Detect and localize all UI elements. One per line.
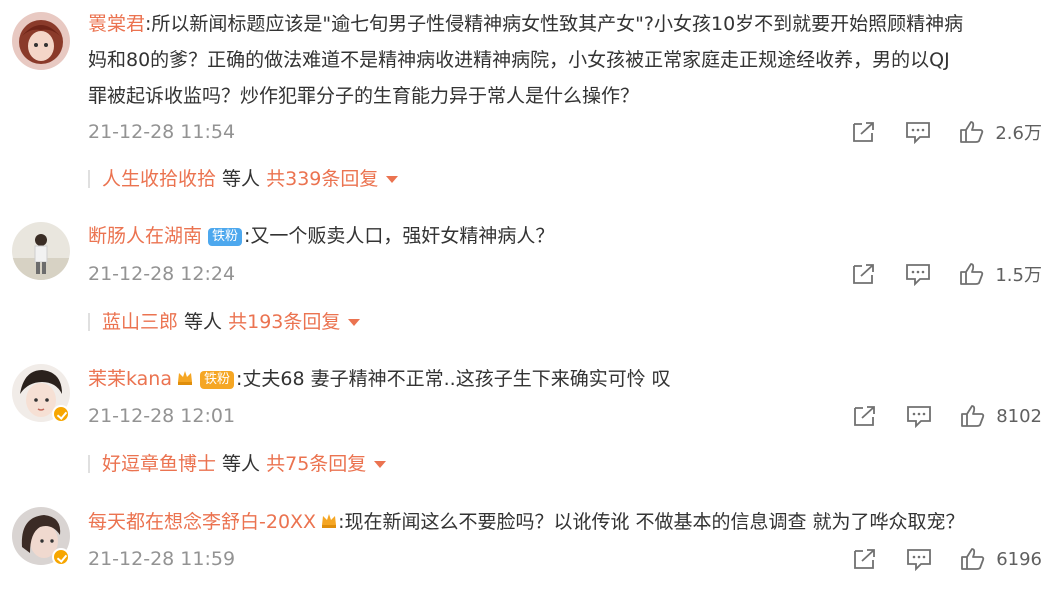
share-icon: [854, 549, 876, 569]
share-button[interactable]: [852, 404, 878, 428]
comment-body: :所以新闻标题应该是"逾七旬男子性侵精神病女性致其产女"?小女孩10岁不到就要开…: [145, 13, 964, 35]
comment-timestamp: 21-12-28 11:59: [88, 548, 236, 570]
like-button[interactable]: 8102: [960, 404, 1042, 428]
comment-actions: 6196: [824, 545, 1042, 573]
comment-text-line: 妈和80的爹？正确的做法难道不是精神病收进精神病院，小女孩被正常家庭走正规途经收…: [88, 49, 950, 71]
comment-button[interactable]: [906, 404, 932, 428]
comment-icon: [906, 264, 931, 286]
comment-text-line: 每天都在想念李舒白-20XX :现在新闻这么不要脸吗？以讹传讹 不做基本的信息调查…: [88, 506, 1038, 538]
avatar[interactable]: [12, 12, 70, 70]
comment-icon: [906, 122, 931, 144]
comment-timestamp: 21-12-28 12:24: [88, 263, 236, 285]
share-icon: [853, 264, 875, 284]
reply-count-link[interactable]: 共75条回复: [266, 453, 366, 475]
comment-body: :丈夫68 妻子精神不正常..这孩子生下来确实可怜 叹: [236, 368, 671, 390]
comment-username[interactable]: 断肠人在湖南: [88, 225, 202, 247]
like-icon: [961, 405, 985, 427]
fan-badge: 铁粉: [208, 228, 243, 246]
reply-mid-text: 等人: [216, 453, 267, 475]
reply-summary[interactable]: 蓝山三郎 等人 共193条回复: [88, 310, 361, 334]
comment-body: :又一个贩卖人口，强奸女精神病人？: [244, 225, 555, 247]
comment-actions: 2.6万: [823, 118, 1042, 146]
like-button[interactable]: 1.5万: [959, 261, 1042, 287]
like-icon: [960, 263, 984, 285]
comment-text-line: 罪被起诉收监吗？炒作犯罪分子的生育能力异于常人是什么操作？: [88, 85, 640, 107]
verified-icon: [52, 405, 70, 423]
comment-actions: 1.5万: [823, 260, 1042, 288]
reply-mid-text: 等人: [216, 168, 267, 190]
like-button[interactable]: 6196: [960, 547, 1042, 571]
share-button[interactable]: [851, 120, 877, 144]
like-count: 1.5万: [995, 265, 1042, 286]
avatar[interactable]: [12, 222, 70, 280]
reply-count-link[interactable]: 共193条回复: [228, 311, 340, 333]
comment-text-line: 茉茉kana 铁粉:丈夫68 妻子精神不正常..这孩子生下来确实可怜 叹: [88, 363, 1038, 395]
comment-text-line: 瞏棠君:所以新闻标题应该是"逾七旬男子性侵精神病女性致其产女"?小女孩10岁不到…: [88, 8, 1038, 40]
fan-badge: 铁粉: [200, 371, 235, 389]
like-count: 8102: [996, 405, 1042, 427]
divider: [88, 313, 90, 331]
comment-timestamp: 21-12-28 12:01: [88, 405, 236, 427]
comment-actions: 8102: [824, 402, 1042, 430]
comment-text-line: 断肠人在湖南 铁粉:又一个贩卖人口，强奸女精神病人？: [88, 220, 1038, 252]
comment-username[interactable]: 每天都在想念李舒白-20XX: [88, 511, 316, 533]
comment-icon: [907, 406, 932, 428]
comment-icon: [907, 549, 932, 571]
crown-icon: [178, 371, 192, 385]
comment-button[interactable]: [905, 262, 931, 286]
crown-icon: [322, 514, 337, 528]
comment-button[interactable]: [906, 547, 932, 571]
reply-username[interactable]: 好逗章鱼博士: [102, 453, 216, 475]
comment-username[interactable]: 瞏棠君: [88, 13, 145, 35]
caret-down-icon: [386, 176, 399, 183]
reply-count-link[interactable]: 共339条回复: [266, 168, 378, 190]
comment-username[interactable]: 茉茉kana: [88, 368, 172, 390]
divider: [88, 455, 90, 473]
like-count: 2.6万: [995, 123, 1042, 144]
reply-username[interactable]: 蓝山三郎: [102, 311, 178, 333]
caret-down-icon: [348, 319, 361, 326]
share-button[interactable]: [852, 547, 878, 571]
like-count: 6196: [996, 548, 1042, 570]
comment-button[interactable]: [905, 120, 931, 144]
share-button[interactable]: [851, 262, 877, 286]
reply-summary[interactable]: 人生收拾收拾 等人 共339条回复: [88, 167, 399, 191]
caret-down-icon: [374, 461, 387, 468]
reply-mid-text: 等人: [178, 311, 229, 333]
like-button[interactable]: 2.6万: [959, 119, 1042, 145]
reply-username[interactable]: 人生收拾收拾: [102, 168, 216, 190]
comment-timestamp: 21-12-28 11:54: [88, 121, 236, 143]
share-icon: [854, 406, 876, 426]
reply-summary[interactable]: 好逗章鱼博士 等人 共75条回复: [88, 452, 387, 476]
like-icon: [961, 548, 985, 570]
share-icon: [853, 122, 875, 142]
verified-icon: [52, 548, 70, 566]
divider: [88, 170, 90, 188]
comment-body: :现在新闻这么不要脸吗？以讹传讹 不做基本的信息调查 就为了哗众取宠？: [338, 511, 965, 533]
like-icon: [960, 121, 984, 143]
